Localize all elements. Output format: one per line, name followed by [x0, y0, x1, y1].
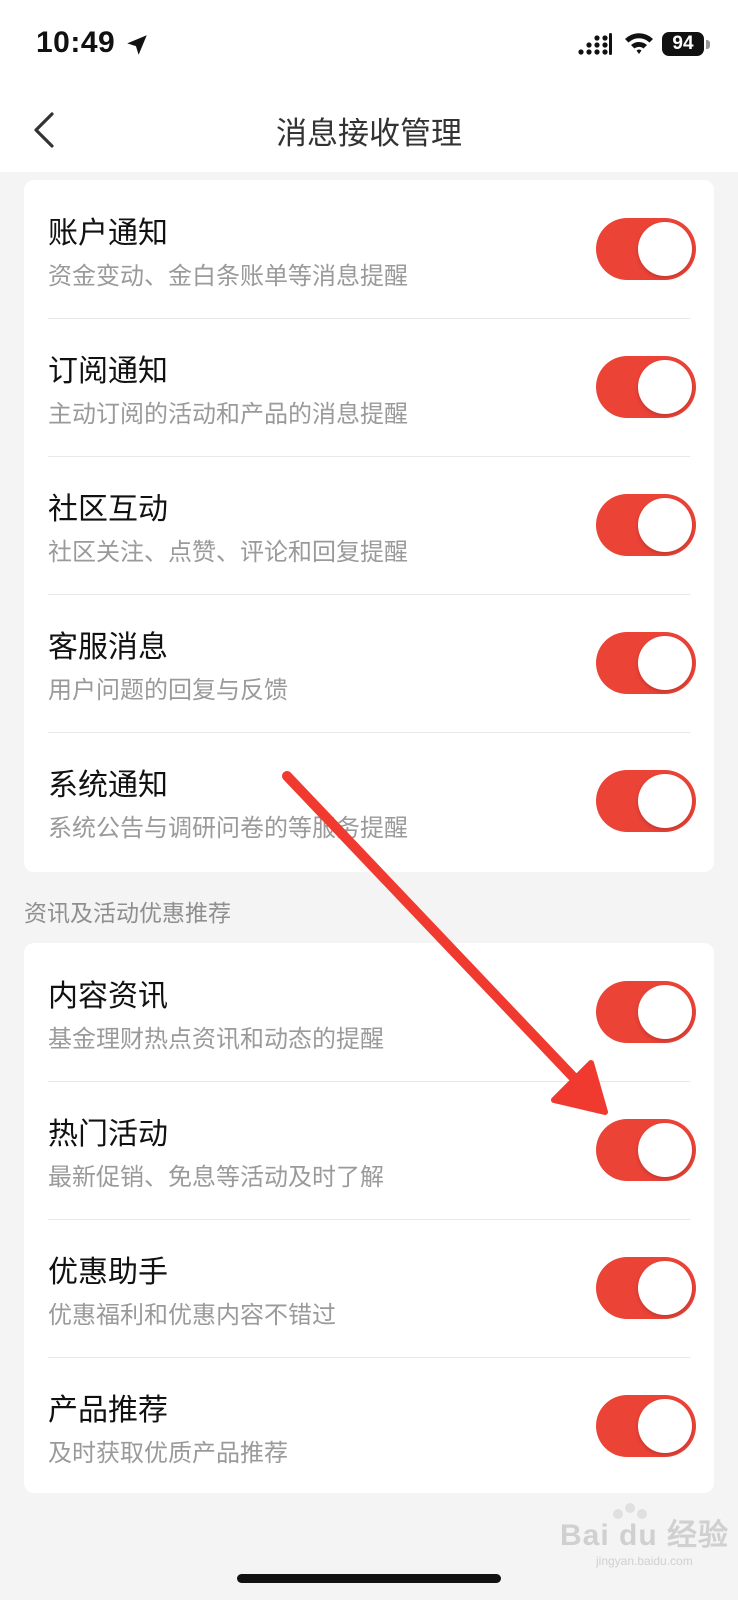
- setting-title: 热门活动: [48, 1117, 168, 1152]
- status-bar: 10:49 94: [0, 0, 738, 90]
- setting-row-customer-service: 客服消息 用户问题的回复与反馈: [24, 594, 714, 732]
- toggle-knob: [638, 636, 692, 690]
- toggle-knob: [638, 1261, 692, 1315]
- setting-row-content-news: 内容资讯 基金理财热点资讯和动态的提醒: [24, 943, 714, 1081]
- setting-title: 系统通知: [48, 768, 168, 803]
- toggle-product-recommend[interactable]: [596, 1395, 696, 1457]
- toggle-knob: [638, 360, 692, 414]
- setting-description: 系统公告与调研问卷的等服务提醒: [48, 814, 408, 842]
- nav-bar: 消息接收管理: [0, 90, 738, 172]
- toggle-subscription-notice[interactable]: [596, 356, 696, 418]
- notification-card-promotions: 内容资讯 基金理财热点资讯和动态的提醒 热门活动 最新促销、免息等活动及时了解 …: [24, 943, 714, 1493]
- setting-title: 优惠助手: [48, 1255, 168, 1290]
- setting-description: 基金理财热点资讯和动态的提醒: [48, 1025, 384, 1053]
- setting-title: 社区互动: [48, 492, 168, 527]
- cellular-signal-icon: [578, 33, 612, 55]
- toggle-customer-service[interactable]: [596, 632, 696, 694]
- notification-card-account: 账户通知 资金变动、金白条账单等消息提醒 订阅通知 主动订阅的活动和产品的消息提…: [24, 180, 714, 872]
- toggle-knob: [638, 1123, 692, 1177]
- setting-title: 订阅通知: [48, 354, 168, 389]
- toggle-community[interactable]: [596, 494, 696, 556]
- setting-description: 资金变动、金白条账单等消息提醒: [48, 262, 408, 290]
- battery-tip: [706, 40, 710, 49]
- setting-title: 产品推荐: [48, 1393, 168, 1428]
- page-title: 消息接收管理: [276, 116, 462, 152]
- toggle-hot-events[interactable]: [596, 1119, 696, 1181]
- setting-description: 主动订阅的活动和产品的消息提醒: [48, 400, 408, 428]
- setting-title: 内容资讯: [48, 979, 168, 1014]
- setting-row-system-notice: 系统通知 系统公告与调研问卷的等服务提醒: [24, 732, 714, 870]
- watermark-text: Bai du 经验: [560, 1519, 730, 1552]
- toggle-content-news[interactable]: [596, 981, 696, 1043]
- setting-title: 客服消息: [48, 630, 168, 665]
- toggle-knob: [638, 498, 692, 552]
- setting-row-account-notice: 账户通知 资金变动、金白条账单等消息提醒: [24, 180, 714, 318]
- setting-row-hot-events: 热门活动 最新促销、免息等活动及时了解: [24, 1081, 714, 1219]
- toggle-knob: [638, 774, 692, 828]
- home-indicator[interactable]: [237, 1574, 501, 1583]
- section-label-promotions: 资讯及活动优惠推荐: [24, 901, 231, 927]
- toggle-knob: [638, 985, 692, 1039]
- setting-description: 最新促销、免息等活动及时了解: [48, 1163, 384, 1191]
- setting-row-community: 社区互动 社区关注、点赞、评论和回复提醒: [24, 456, 714, 594]
- setting-row-discount-helper: 优惠助手 优惠福利和优惠内容不错过: [24, 1219, 714, 1357]
- setting-row-product-recommend: 产品推荐 及时获取优质产品推荐: [24, 1357, 714, 1493]
- setting-description: 社区关注、点赞、评论和回复提醒: [48, 538, 408, 566]
- setting-description: 优惠福利和优惠内容不错过: [48, 1301, 336, 1329]
- toggle-account-notice[interactable]: [596, 218, 696, 280]
- status-time: 10:49: [36, 26, 116, 59]
- watermark-subtext: jingyan.baidu.com: [596, 1554, 693, 1568]
- wifi-icon: [625, 33, 653, 54]
- toggle-knob: [638, 1399, 692, 1453]
- toggle-knob: [638, 222, 692, 276]
- setting-row-subscription-notice: 订阅通知 主动订阅的活动和产品的消息提醒: [24, 318, 714, 456]
- setting-description: 及时获取优质产品推荐: [48, 1439, 288, 1467]
- toggle-system-notice[interactable]: [596, 770, 696, 832]
- setting-description: 用户问题的回复与反馈: [48, 676, 288, 704]
- location-arrow-icon: [127, 35, 147, 55]
- setting-title: 账户通知: [48, 216, 168, 251]
- toggle-discount-helper[interactable]: [596, 1257, 696, 1319]
- battery-indicator: 94: [662, 32, 704, 56]
